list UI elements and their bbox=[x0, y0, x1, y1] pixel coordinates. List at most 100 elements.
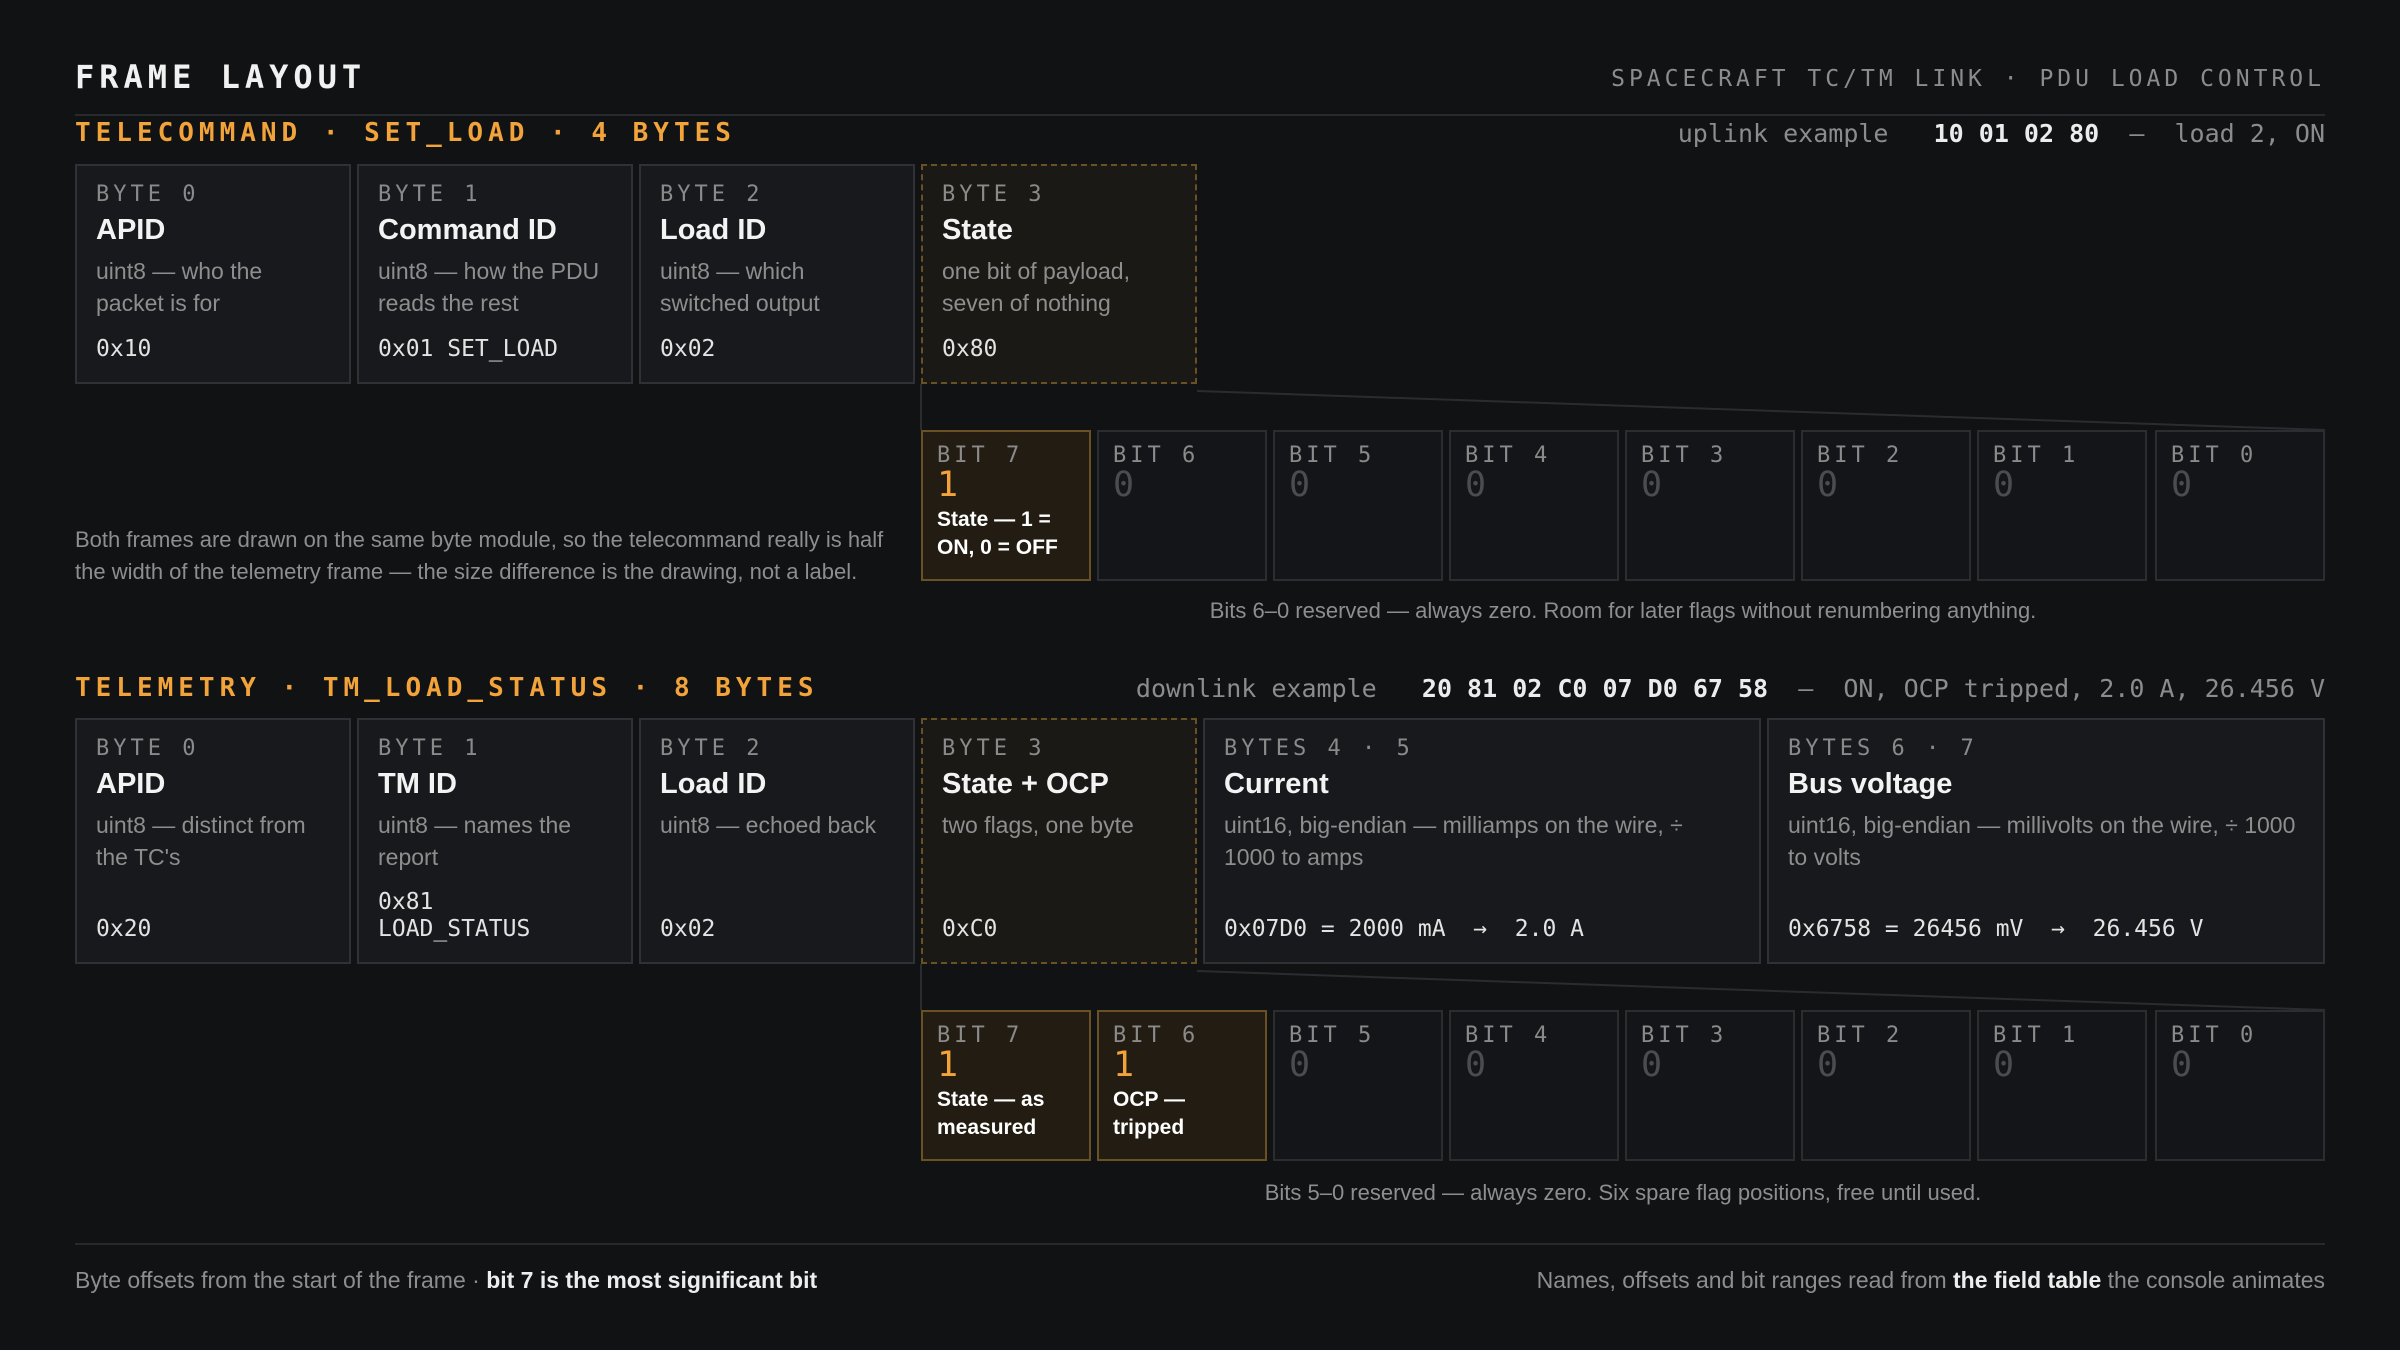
tc-bit-3: BIT 3 0 bbox=[1625, 430, 1795, 581]
byte-value: 0x6758 = 26456 mV → 26.456 V bbox=[1788, 916, 2204, 942]
byte-value: 0x80 bbox=[942, 336, 998, 362]
bit-value: 0 bbox=[1993, 1045, 2015, 1085]
tc-bit-6: BIT 6 0 bbox=[1097, 430, 1267, 581]
bit-value: 0 bbox=[1993, 465, 2015, 505]
footer-right-emphasis: the field table bbox=[1953, 1267, 2102, 1293]
bit-description: OCP — tripped bbox=[1113, 1088, 1185, 1139]
footer-left-emphasis: bit 7 is the most significant bit bbox=[486, 1267, 818, 1293]
example-meaning: ON, OCP tripped, 2.0 A, 26.456 V bbox=[1843, 674, 2325, 703]
example-separator: — bbox=[1798, 674, 1814, 703]
tm-bit-7: BIT 7 1 State — as measured bbox=[921, 1010, 1091, 1161]
bit-value: 1 bbox=[1113, 1045, 1135, 1085]
bit-value: 0 bbox=[1641, 1045, 1663, 1085]
byte-description: uint8 — who the packet is for bbox=[96, 258, 263, 316]
byte-description: uint8 — names the report bbox=[378, 812, 572, 870]
bit-value: 0 bbox=[1465, 465, 1487, 505]
footer-right-text: Names, offsets and bit ranges read from bbox=[1536, 1267, 1953, 1293]
byte-description: uint8 — which switched output bbox=[660, 258, 820, 316]
byte-value: 0x07D0 = 2000 mA → 2.0 A bbox=[1224, 916, 1585, 942]
footer-right-text-end: the console animates bbox=[2101, 1267, 2325, 1293]
byte-description: uint8 — echoed back bbox=[660, 812, 877, 838]
bit-value: 0 bbox=[2171, 1045, 2193, 1085]
bit-value: 1 bbox=[937, 1045, 959, 1085]
tm-bit-6: BIT 6 1 OCP — tripped bbox=[1097, 1010, 1267, 1161]
byte-name: Load ID bbox=[660, 214, 767, 246]
tm-bit-1: BIT 1 0 bbox=[1977, 1010, 2147, 1161]
tc-byte-0: BYTE 0 APID uint8 — who the packet is fo… bbox=[75, 164, 351, 384]
byte-name: Bus voltage bbox=[1788, 768, 1953, 800]
byte-value: 0x02 bbox=[660, 336, 716, 362]
example-meaning: load 2, ON bbox=[2174, 119, 2325, 148]
example-hex: 10 01 02 80 bbox=[1933, 119, 2100, 148]
example-label: downlink example bbox=[1135, 674, 1377, 703]
byte-value: 0x10 bbox=[96, 336, 152, 362]
byte-description: uint16, big-endian — milliamps on the wi… bbox=[1224, 812, 1683, 870]
tc-byte-1: BYTE 1 Command ID uint8 — how the PDU re… bbox=[357, 164, 633, 384]
byte-description: one bit of payload, seven of nothing bbox=[942, 258, 1130, 316]
bit-value: 1 bbox=[937, 465, 959, 505]
example-separator: — bbox=[2129, 119, 2145, 148]
byte-label: BYTE 3 bbox=[942, 182, 1046, 207]
byte-name: APID bbox=[96, 214, 166, 246]
bit-value: 0 bbox=[1817, 1045, 1839, 1085]
tc-bit-0: BIT 0 0 bbox=[2155, 430, 2325, 581]
tc-bits-note: Bits 6–0 reserved — always zero. Room fo… bbox=[1209, 598, 2037, 623]
byte-label: BYTE 0 bbox=[96, 182, 200, 207]
tm-bit-2: BIT 2 0 bbox=[1801, 1010, 1971, 1161]
byte-label: BYTE 1 bbox=[378, 182, 482, 207]
byte-name: Current bbox=[1224, 768, 1329, 800]
byte-value: 0xC0 bbox=[942, 916, 998, 942]
byte-value: 0x81 LOAD_STATUS bbox=[378, 889, 531, 942]
uplink-example: uplink example 10 01 02 80 — load 2, ON bbox=[1678, 119, 2325, 148]
byte-label: BYTES 6 · 7 bbox=[1788, 736, 1978, 761]
byte-value: 0x02 bbox=[660, 916, 716, 942]
bit-value: 0 bbox=[1289, 1045, 1311, 1085]
byte-description: uint8 — distinct from the TC's bbox=[96, 812, 306, 870]
tm-bytes-6-7: BYTES 6 · 7 Bus voltage uint16, big-endi… bbox=[1767, 718, 2325, 964]
byte-label: BYTE 1 bbox=[378, 736, 482, 761]
byte-name: State bbox=[942, 214, 1013, 246]
tc-byte-2: BYTE 2 Load ID uint8 — which switched ou… bbox=[639, 164, 915, 384]
tm-byte-0: BYTE 0 APID uint8 — distinct from the TC… bbox=[75, 718, 351, 964]
byte-label: BYTE 2 bbox=[660, 736, 764, 761]
byte-description: two flags, one byte bbox=[942, 812, 1134, 838]
tm-byte-1: BYTE 1 TM ID uint8 — names the report 0x… bbox=[357, 718, 633, 964]
tm-bits-note: Bits 5–0 reserved — always zero. Six spa… bbox=[1264, 1180, 1982, 1205]
tm-byte-2: BYTE 2 Load ID uint8 — echoed back 0x02 bbox=[639, 718, 915, 964]
tc-bit-2: BIT 2 0 bbox=[1801, 430, 1971, 581]
tm-byte-3: BYTE 3 State + OCP two flags, one byte 0… bbox=[921, 718, 1197, 964]
bit-value: 0 bbox=[1641, 465, 1663, 505]
tc-bit-4: BIT 4 0 bbox=[1449, 430, 1619, 581]
bit-value: 0 bbox=[2171, 465, 2193, 505]
bit-value: 0 bbox=[1465, 1045, 1487, 1085]
footer-left: Byte offsets from the start of the frame… bbox=[75, 1267, 817, 1294]
byte-label: BYTES 4 · 5 bbox=[1224, 736, 1414, 761]
byte-description: uint8 — how the PDU reads the rest bbox=[378, 258, 600, 316]
bit-value: 0 bbox=[1817, 465, 1839, 505]
byte-label: BYTE 3 bbox=[942, 736, 1046, 761]
tm-bytes-4-5: BYTES 4 · 5 Current uint16, big-endian —… bbox=[1203, 718, 1761, 964]
byte-name: State + OCP bbox=[942, 768, 1109, 800]
bit-description: State — 1 = ON, 0 = OFF bbox=[937, 508, 1058, 559]
byte-value: 0x20 bbox=[96, 916, 152, 942]
tc-bit-7: BIT 7 1 State — 1 = ON, 0 = OFF bbox=[921, 430, 1091, 581]
byte-name: TM ID bbox=[378, 768, 457, 800]
bit-value: 0 bbox=[1113, 465, 1135, 505]
tm-bit-5: BIT 5 0 bbox=[1273, 1010, 1443, 1161]
footer-left-text: Byte offsets from the start of the frame… bbox=[75, 1267, 487, 1293]
byte-value: 0x01 SET_LOAD bbox=[378, 336, 559, 362]
byte-label: BYTE 0 bbox=[96, 736, 200, 761]
downlink-example: downlink example 20 81 02 C0 07 D0 67 58… bbox=[1136, 674, 2325, 703]
tc-bit-1: BIT 1 0 bbox=[1977, 430, 2147, 581]
tm-bit-0: BIT 0 0 bbox=[2155, 1010, 2325, 1161]
byte-description: uint16, big-endian — millivolts on the w… bbox=[1788, 812, 2296, 870]
example-hex: 20 81 02 C0 07 D0 67 58 bbox=[1421, 674, 1769, 703]
telecommand-title: TELECOMMAND · SET_LOAD · 4 BYTES bbox=[75, 118, 736, 148]
tc-bit-5: BIT 5 0 bbox=[1273, 430, 1443, 581]
footer-right: Names, offsets and bit ranges read from … bbox=[1537, 1267, 2325, 1294]
byte-name: Command ID bbox=[378, 214, 557, 246]
side-note: Both frames are drawn on the same byte m… bbox=[75, 527, 884, 584]
byte-label: BYTE 2 bbox=[660, 182, 764, 207]
byte-name: APID bbox=[96, 768, 166, 800]
example-label: uplink example bbox=[1677, 119, 1889, 148]
